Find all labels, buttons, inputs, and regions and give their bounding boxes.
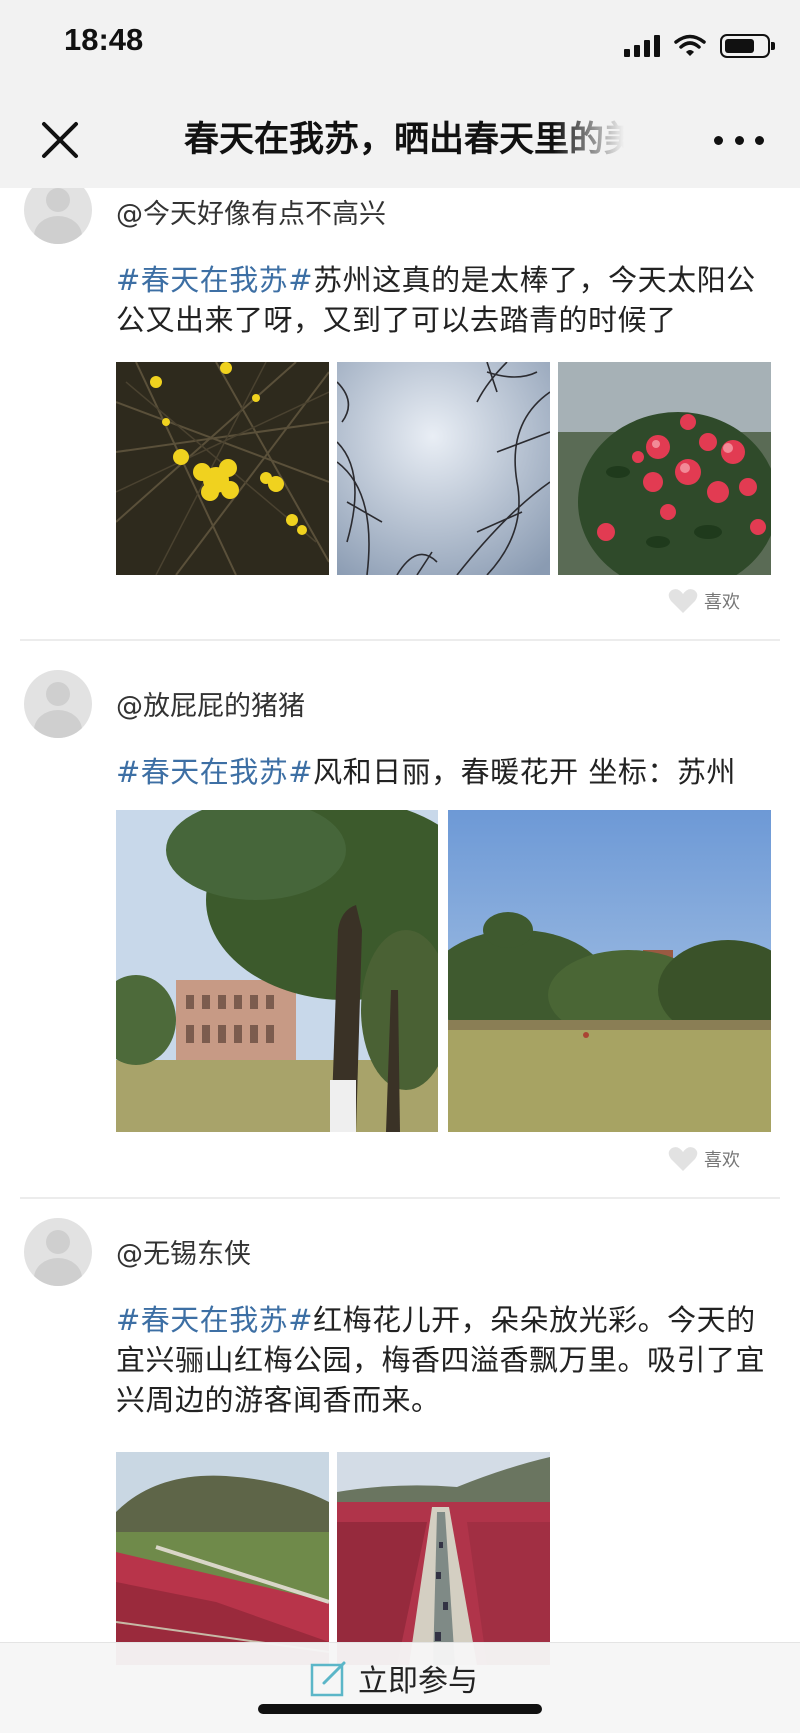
avatar[interactable] (24, 188, 92, 244)
post-item: @今天好像有点不高兴 #春天在我苏#苏州这真的是太棒了，今天太阳公公又出来了呀，… (0, 188, 800, 642)
close-button[interactable] (36, 116, 84, 164)
battery-icon (720, 34, 775, 58)
like-button[interactable]: 喜欢 (668, 1146, 740, 1172)
more-button[interactable] (714, 126, 764, 154)
post-photo-campus-lawn[interactable] (448, 810, 771, 1132)
status-icons (624, 32, 775, 60)
post-username[interactable]: @无锡东侠 (116, 1232, 251, 1271)
more-dot (755, 135, 764, 145)
hashtag-link[interactable]: #春天在我苏# (116, 755, 313, 789)
heart-icon (668, 589, 698, 613)
post-photo-red-camellia[interactable] (558, 362, 771, 575)
join-button[interactable]: 立即参与 (310, 1653, 478, 1703)
post-text: #春天在我苏#苏州这真的是太棒了，今天太阳公公又出来了呀，又到了可以去踏青的时候… (116, 260, 776, 340)
wifi-icon (674, 34, 706, 56)
post-item: @放屁屁的猪猪 #春天在我苏#风和日丽，春暖花开 坐标：苏州 喜欢 (0, 642, 800, 1202)
hashtag-link[interactable]: #春天在我苏# (116, 263, 313, 297)
status-time: 18:48 (64, 22, 144, 57)
post-photo-plum-garden-aerial[interactable] (337, 1452, 550, 1665)
status-bar: 18:48 (0, 0, 800, 92)
more-dot (734, 135, 744, 145)
avatar[interactable] (24, 670, 92, 738)
join-label: 立即参与 (358, 1664, 478, 1699)
more-dot (714, 135, 723, 145)
post-photo-bare-branches-sky[interactable] (337, 362, 550, 575)
hashtag-link[interactable]: #春天在我苏# (116, 1303, 313, 1337)
top-header: 春天在我苏，晒出春天里的美 (0, 92, 800, 188)
feed-list: @今天好像有点不高兴 #春天在我苏#苏州这真的是太棒了，今天太阳公公又出来了呀，… (0, 188, 800, 1733)
post-photo-yellow-jasmine[interactable] (116, 362, 329, 575)
divider (20, 639, 780, 641)
post-username[interactable]: @放屁屁的猪猪 (116, 684, 305, 723)
bottom-action-bar: 立即参与 (0, 1642, 800, 1733)
post-photo-campus-tree-building[interactable] (116, 810, 438, 1132)
like-label: 喜欢 (704, 592, 740, 613)
close-icon (42, 122, 78, 158)
post-text: #春天在我苏#红梅花儿开，朵朵放光彩。今天的宜兴骊山红梅公园，梅香四溢香飘万里。… (116, 1300, 776, 1420)
page-title: 春天在我苏，晒出春天里的美 (184, 120, 624, 160)
edit-icon (310, 1661, 346, 1697)
divider (20, 1197, 780, 1199)
heart-icon (668, 1147, 698, 1171)
like-button[interactable]: 喜欢 (668, 588, 740, 614)
post-photo-plum-garden-hills[interactable] (116, 1452, 329, 1665)
avatar[interactable] (24, 1218, 92, 1286)
post-username[interactable]: @今天好像有点不高兴 (116, 192, 386, 231)
post-text: #春天在我苏#风和日丽，春暖花开 坐标：苏州 (116, 752, 776, 792)
home-indicator (258, 1704, 542, 1714)
like-label: 喜欢 (704, 1150, 740, 1171)
post-body: 风和日丽，春暖花开 坐标：苏州 (313, 755, 736, 789)
cellular-signal-icon (624, 35, 660, 57)
